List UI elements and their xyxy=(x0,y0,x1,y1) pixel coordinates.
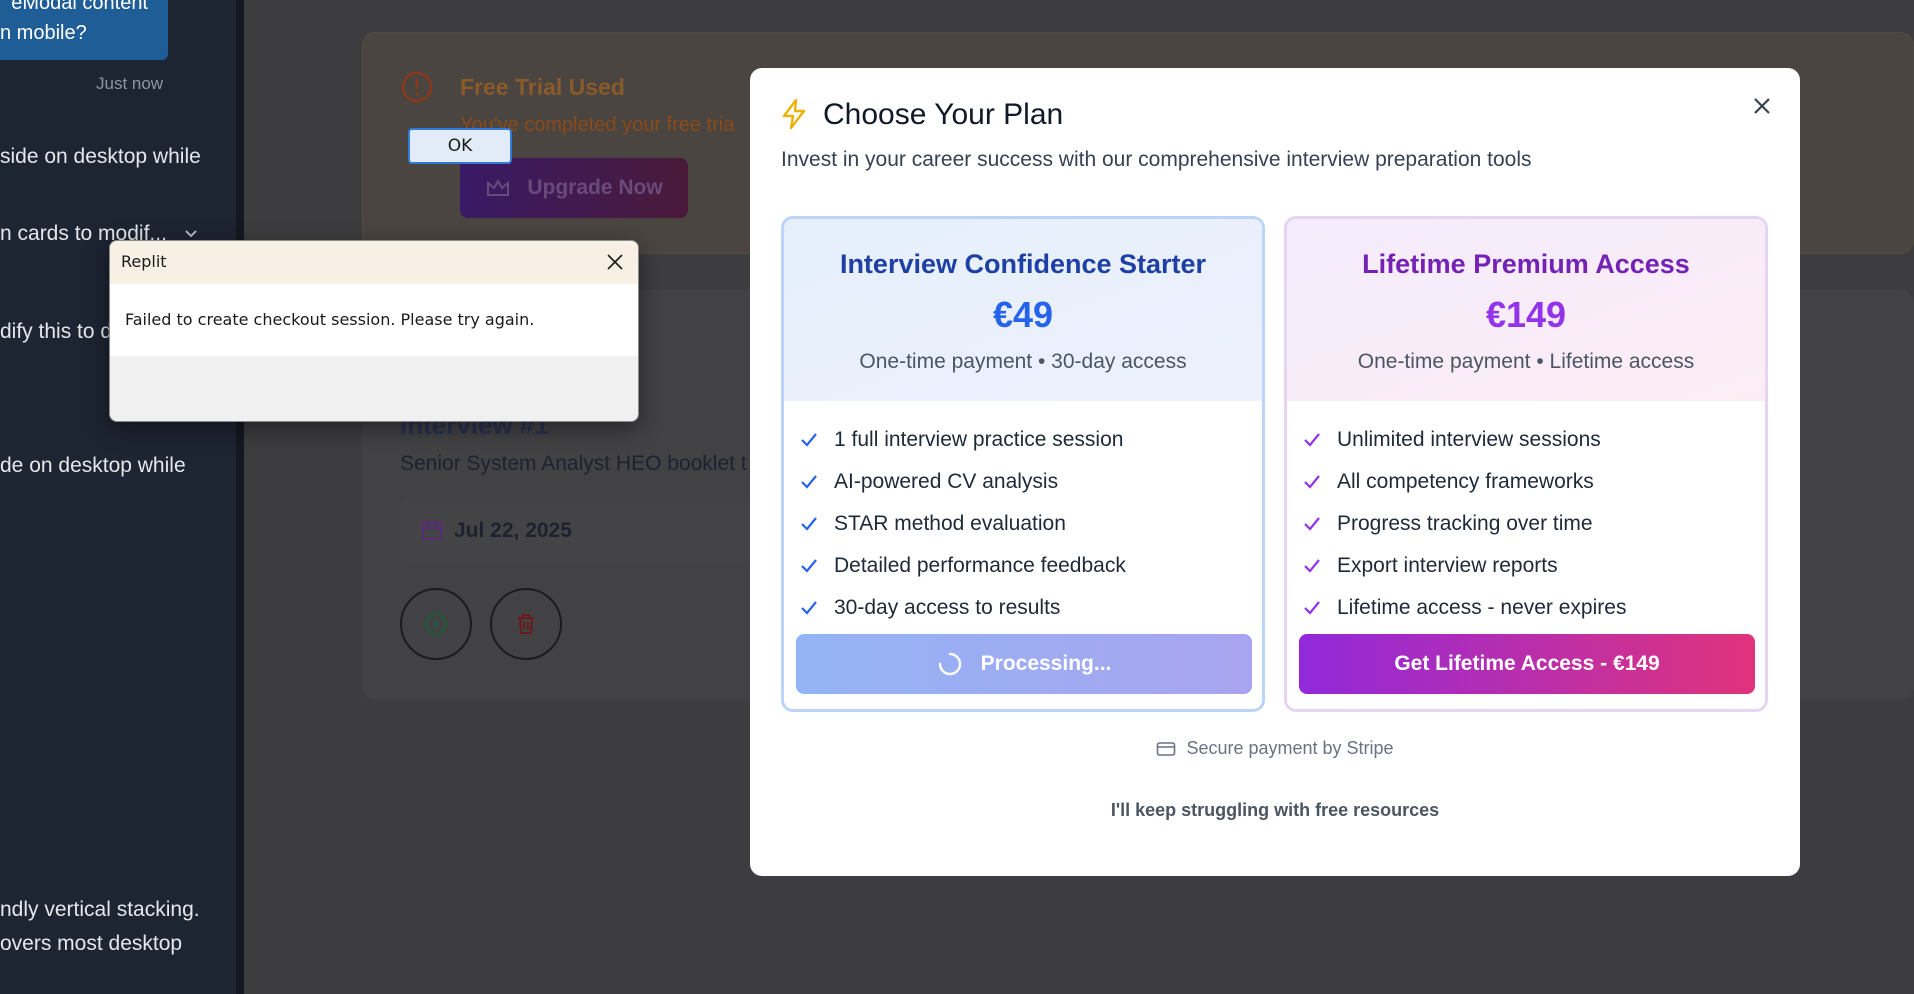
plan-modal: Choose Your Plan Invest in your career s… xyxy=(750,68,1800,876)
get-lifetime-access-button[interactable]: Get Lifetime Access - €149 xyxy=(1299,634,1755,694)
check-icon xyxy=(801,559,817,573)
secure-payment-note: Secure payment by Stripe xyxy=(750,738,1800,759)
feature-text: 1 full interview practice session xyxy=(834,428,1124,451)
modal-title: Choose Your Plan xyxy=(823,98,1064,131)
feature-item: 30-day access to results xyxy=(798,587,1262,629)
alert-body: Failed to create checkout session. Pleas… xyxy=(110,284,638,356)
check-icon xyxy=(1304,433,1320,447)
plan-header: Interview Confidence Starter €49 One-tim… xyxy=(784,219,1262,401)
trash-icon xyxy=(518,614,534,634)
feature-text: Unlimited interview sessions xyxy=(1337,428,1601,451)
feature-item: Lifetime access - never expires xyxy=(1301,587,1765,629)
plan-name: Lifetime Premium Access xyxy=(1362,249,1690,279)
chat-bubble-line: n mobile? xyxy=(0,22,87,44)
feature-item: Progress tracking over time xyxy=(1301,503,1765,545)
feature-item: Unlimited interview sessions xyxy=(1301,419,1765,461)
feature-item: Detailed performance feedback xyxy=(798,545,1262,587)
plan-name: Interview Confidence Starter xyxy=(839,249,1207,279)
plan-card-premium: Lifetime Premium Access €149 One-time pa… xyxy=(1284,216,1768,712)
check-icon xyxy=(1304,517,1320,531)
feature-text: All competency frameworks xyxy=(1337,470,1594,493)
feature-text: Detailed performance feedback xyxy=(834,554,1126,577)
check-icon xyxy=(801,433,817,447)
delete-button[interactable] xyxy=(490,588,562,660)
check-icon xyxy=(801,517,817,531)
calendar-icon xyxy=(422,520,442,540)
upgrade-button[interactable]: Upgrade Now xyxy=(460,158,688,218)
feature-text: AI-powered CV analysis xyxy=(834,470,1059,493)
alert-titlebar: Replit xyxy=(110,241,638,284)
plan-terms: One-time payment • 30-day access xyxy=(859,350,1187,373)
ok-button[interactable]: OK xyxy=(408,128,512,164)
interview-subtitle: Senior System Analyst HEO booklet t xyxy=(400,452,747,475)
feature-text: STAR method evaluation xyxy=(834,512,1066,535)
feature-text: Progress tracking over time xyxy=(1337,512,1593,535)
feature-list: 1 full interview practice session AI-pow… xyxy=(784,401,1262,629)
modal-subtitle: Invest in your career success with our c… xyxy=(781,148,1532,171)
plan-price: €149 xyxy=(1485,294,1567,335)
chat-timestamp: Just now xyxy=(96,74,164,93)
processing-button[interactable]: Processing... xyxy=(796,634,1252,694)
alert-title: Replit xyxy=(121,252,167,271)
check-icon xyxy=(801,601,817,615)
chat-sidebar: eModal content n mobile? Just now side o… xyxy=(0,0,236,994)
chat-bubble-line: eModal content xyxy=(11,0,148,14)
check-icon xyxy=(801,475,817,489)
secure-text: Secure payment by Stripe xyxy=(1186,738,1394,758)
play-button[interactable] xyxy=(400,588,472,660)
close-icon[interactable] xyxy=(604,251,626,273)
chat-message-line: side on desktop while xyxy=(0,145,201,168)
feature-item: STAR method evaluation xyxy=(798,503,1262,545)
decline-link[interactable]: I'll keep struggling with free resources xyxy=(750,800,1800,821)
processing-label: Processing... xyxy=(980,652,1112,675)
lightning-icon xyxy=(782,98,806,130)
check-icon xyxy=(1304,559,1320,573)
chat-message-line: dify this to d xyxy=(0,320,113,343)
feature-item: Export interview reports xyxy=(1301,545,1765,587)
chat-message-line: de on desktop while xyxy=(0,454,186,477)
crown-icon xyxy=(487,178,510,196)
plan-card-starter: Interview Confidence Starter €49 One-tim… xyxy=(781,216,1265,712)
plan-terms: One-time payment • Lifetime access xyxy=(1357,350,1695,373)
alert-circle-icon xyxy=(401,71,433,103)
spinner-icon xyxy=(938,652,961,676)
chat-message-line: ndly vertical stacking. xyxy=(0,898,200,921)
feature-text: 30-day access to results xyxy=(834,596,1061,619)
plan-price: €49 xyxy=(992,294,1054,335)
chat-bubble: eModal content n mobile? xyxy=(0,0,168,60)
alert-message: Failed to create checkout session. Pleas… xyxy=(125,310,535,329)
interview-date: Jul 22, 2025 xyxy=(454,519,572,542)
check-icon xyxy=(1304,601,1320,615)
feature-item: AI-powered CV analysis xyxy=(798,461,1262,503)
feature-item: 1 full interview practice session xyxy=(798,419,1262,461)
lifetime-button-label: Get Lifetime Access - €149 xyxy=(1394,652,1660,675)
check-icon xyxy=(1304,475,1320,489)
trial-title: Free Trial Used xyxy=(460,74,625,100)
play-icon xyxy=(425,613,447,635)
upgrade-label: Upgrade Now xyxy=(527,176,663,199)
chat-message-line: overs most desktop xyxy=(0,932,183,955)
feature-list: Unlimited interview sessions All compete… xyxy=(1287,401,1765,629)
feature-text: Export interview reports xyxy=(1337,554,1558,577)
alert-dialog: Replit Failed to create checkout session… xyxy=(109,240,639,422)
credit-card-icon xyxy=(1157,741,1176,756)
sidebar-resize-handle[interactable] xyxy=(236,0,244,994)
feature-text: Lifetime access - never expires xyxy=(1337,596,1627,619)
plan-header: Lifetime Premium Access €149 One-time pa… xyxy=(1287,219,1765,401)
close-icon[interactable] xyxy=(1748,92,1776,120)
feature-item: All competency frameworks xyxy=(1301,461,1765,503)
